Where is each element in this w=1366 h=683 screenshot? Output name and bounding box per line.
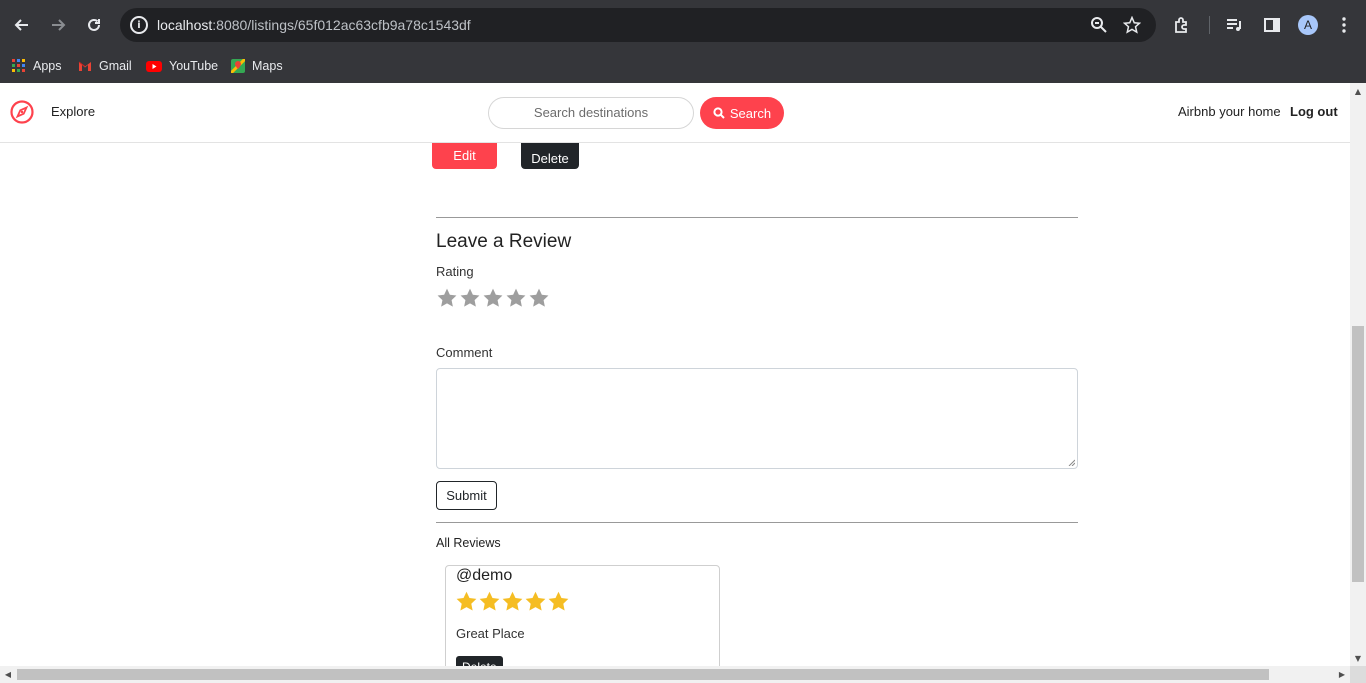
review-star-icon [502,591,523,611]
comment-label: Comment [436,345,493,360]
rating-star-icon[interactable] [528,287,550,309]
search-placeholder: Search destinations [533,105,649,120]
review-rating-stars [455,590,570,613]
search-icon [713,107,725,119]
youtube-icon [146,61,162,72]
scroll-down-arrow-icon[interactable]: ▼ [1350,650,1366,666]
all-reviews-heading: All Reviews [436,536,501,550]
submit-review-button[interactable]: Submit [436,481,497,510]
gmail-icon [78,61,91,71]
review-star-icon [456,591,477,611]
resize-grip-icon[interactable] [1067,458,1075,466]
horizontal-scroll-thumb[interactable] [17,669,1269,680]
rating-star-icon[interactable] [505,287,527,309]
scroll-left-arrow-icon[interactable]: ◀ [0,666,16,682]
web-page: Explore Search destinations Search Airbn… [0,83,1350,666]
extensions-icon[interactable] [1170,13,1194,37]
bookmark-maps[interactable]: Maps [231,55,283,77]
side-panel-icon[interactable] [1260,13,1284,37]
rating-star-icon[interactable] [459,287,481,309]
vertical-scrollbar[interactable]: ▲ ▼ [1350,83,1366,666]
browser-toolbar: i localhost:8080/listings/65f012ac63cfb9… [0,0,1366,50]
bookmarks-bar: Apps Gmail YouTube Maps [0,50,1366,83]
rating-star-icon[interactable] [482,287,504,309]
divider [436,522,1078,523]
vertical-scroll-thumb[interactable] [1352,326,1364,582]
forward-arrow-icon[interactable] [45,12,71,38]
maps-icon [231,59,245,73]
browser-chrome: i localhost:8080/listings/65f012ac63cfb9… [0,0,1366,83]
review-star-icon [548,591,569,611]
bookmark-label: Apps [33,59,62,73]
search-button[interactable]: Search [700,97,784,129]
rating-star-icon[interactable] [436,287,458,309]
rating-star-input[interactable] [436,287,550,309]
site-navbar: Explore Search destinations Search Airbn… [0,83,1350,143]
media-controls-icon[interactable] [1222,13,1246,37]
bookmark-apps[interactable]: Apps [12,55,62,77]
review-author: @demo [456,567,513,584]
bookmark-label: Gmail [99,59,132,73]
divider [436,217,1078,218]
horizontal-scrollbar[interactable]: ◀ ▶ [0,666,1350,683]
apps-grid-icon [12,59,25,72]
rating-label: Rating [436,264,474,279]
profile-avatar[interactable]: A [1298,15,1318,35]
comment-textarea[interactable] [436,368,1078,469]
compass-icon[interactable] [10,100,34,124]
search-input[interactable]: Search destinations [488,97,694,129]
toolbar-separator [1209,16,1210,34]
nav-explore-link[interactable]: Explore [51,104,95,119]
scrollbar-corner [1350,666,1366,683]
review-comment: Great Place [456,626,525,641]
zoom-icon[interactable] [1088,14,1110,36]
scroll-right-arrow-icon[interactable]: ▶ [1334,666,1350,682]
review-form-heading: Leave a Review [436,231,572,252]
address-bar[interactable]: i localhost:8080/listings/65f012ac63cfb9… [120,8,1156,42]
bookmark-youtube[interactable]: YouTube [146,55,218,77]
browser-menu-icon[interactable] [1332,13,1356,37]
site-info-icon[interactable]: i [130,16,148,34]
back-arrow-icon[interactable] [9,12,35,38]
review-star-icon [525,591,546,611]
bookmark-label: Maps [252,59,283,73]
search-button-label: Search [729,105,772,121]
reload-icon[interactable] [81,12,107,38]
nav-logout-link[interactable]: Log out [1290,104,1338,119]
bookmark-star-icon[interactable] [1121,14,1143,36]
review-card: @demo Great Place Delete [445,565,720,666]
scroll-up-arrow-icon[interactable]: ▲ [1350,83,1366,99]
url-text: localhost:8080/listings/65f012ac63cfb9a7… [157,17,471,33]
bookmark-gmail[interactable]: Gmail [78,55,132,77]
delete-review-button[interactable]: Delete [456,656,503,666]
nav-airbnb-your-home-link[interactable]: Airbnb your home [1178,104,1281,119]
bookmark-label: YouTube [169,59,219,73]
review-star-icon [479,591,500,611]
